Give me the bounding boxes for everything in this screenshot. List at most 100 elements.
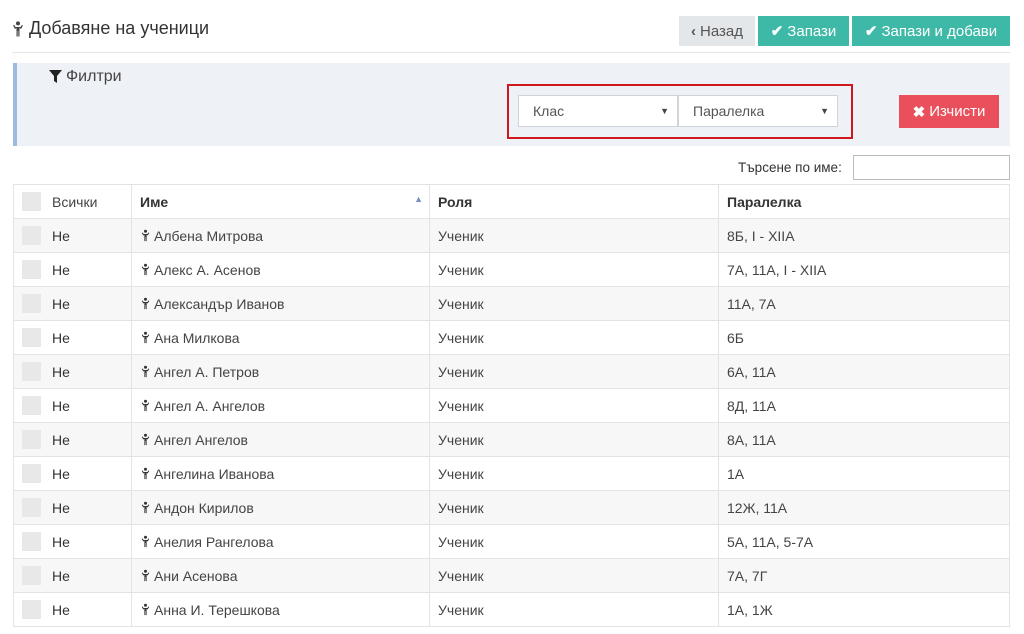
check-value: Не: [52, 363, 70, 380]
student-icon: [141, 603, 150, 616]
back-button-label: Назад: [700, 22, 743, 40]
student-icon: [141, 501, 150, 514]
parallel-select[interactable]: Паралелка ▼: [678, 95, 838, 127]
role-cell: Ученик: [429, 490, 719, 525]
parallel-cell: 8А, 11А: [718, 422, 1010, 457]
student-icon: [141, 365, 150, 378]
table-row[interactable]: Не Ангел А. Ангелов Ученик 8Д, 11А: [13, 388, 1010, 423]
name-cell: Андон Кирилов: [131, 490, 430, 525]
check-cell: Не: [13, 252, 132, 287]
check-value: Не: [52, 465, 70, 482]
class-select-value: Клас: [533, 103, 565, 119]
search-input[interactable]: [853, 155, 1010, 180]
check-value: Не: [52, 601, 70, 618]
header-divider: [12, 52, 1010, 53]
row-checkbox[interactable]: [22, 328, 41, 347]
table-row[interactable]: Не Алекс А. Асенов Ученик 7А, 11А, I - XIIА: [13, 252, 1010, 287]
row-checkbox[interactable]: [22, 226, 41, 245]
row-checkbox[interactable]: [22, 464, 41, 483]
student-icon: [141, 535, 150, 548]
student-icon: [141, 399, 150, 412]
table-row[interactable]: Не Ана Милкова Ученик 6Б: [13, 320, 1010, 355]
filters-panel: Филтри Клас ▼ Паралелка ▼ ✖ Изчисти: [13, 63, 1010, 146]
row-checkbox[interactable]: [22, 600, 41, 619]
check-cell: Не: [13, 218, 132, 253]
check-value: Не: [52, 567, 70, 584]
table-row[interactable]: Не Анелия Рангелова Ученик 5А, 11А, 5-7А: [13, 524, 1010, 559]
column-header-parallel[interactable]: Паралелка: [718, 184, 1010, 219]
check-cell: Не: [13, 286, 132, 321]
student-icon: [13, 20, 23, 36]
close-icon: ✖: [912, 103, 926, 121]
row-checkbox[interactable]: [22, 566, 41, 585]
column-header-role[interactable]: Роля: [429, 184, 719, 219]
student-name: Анелия Рангелова: [154, 533, 274, 550]
clear-button-label: Изчисти: [929, 103, 986, 120]
role-cell: Ученик: [429, 456, 719, 491]
row-checkbox[interactable]: [22, 362, 41, 381]
name-cell: Ангел А. Петров: [131, 354, 430, 389]
column-header-name[interactable]: Име ▲: [131, 184, 430, 219]
page-title: Добавяне на ученици: [12, 18, 209, 39]
row-checkbox[interactable]: [22, 260, 41, 279]
column-header-parallel-label: Паралелка: [727, 193, 802, 210]
student-name: Ани Асенова: [154, 567, 238, 584]
student-icon: [141, 331, 150, 344]
role-cell: Ученик: [429, 286, 719, 321]
table-row[interactable]: Не Албена Митрова Ученик 8Б, I - XIIА: [13, 218, 1010, 253]
table-row[interactable]: Не Ани Асенова Ученик 7А, 7Г: [13, 558, 1010, 593]
save-button-label: Запази: [787, 22, 837, 40]
check-cell: Не: [13, 354, 132, 389]
check-value: Не: [52, 431, 70, 448]
role-cell: Ученик: [429, 354, 719, 389]
row-checkbox[interactable]: [22, 294, 41, 313]
column-header-name-label: Име: [140, 193, 169, 210]
table-body: Не Албена Митрова Ученик 8Б, I - XIIА Не Алек…: [13, 218, 1010, 627]
table-row[interactable]: Не Андон Кирилов Ученик 12Ж, 11А: [13, 490, 1010, 525]
save-button[interactable]: ✔ Запази: [758, 16, 849, 46]
check-cell: Не: [13, 422, 132, 457]
table-row[interactable]: Не Анна И. Терешкова Ученик 1А, 1Ж: [13, 592, 1010, 627]
select-all-label: Всички: [52, 193, 98, 210]
parallel-cell: 1А: [718, 456, 1010, 491]
name-cell: Ангелина Иванова: [131, 456, 430, 491]
table-row[interactable]: Не Ангелина Иванова Ученик 1А: [13, 456, 1010, 491]
role-cell: Ученик: [429, 422, 719, 457]
check-value: Не: [52, 329, 70, 346]
table-row[interactable]: Не Ангел А. Петров Ученик 6А, 11А: [13, 354, 1010, 389]
row-checkbox[interactable]: [22, 396, 41, 415]
class-select[interactable]: Клас ▼: [518, 95, 678, 127]
save-and-add-button[interactable]: ✔ Запази и добави: [852, 16, 1010, 46]
student-icon: [141, 467, 150, 480]
sort-asc-icon: ▲: [414, 194, 423, 204]
parallel-cell: 8Д, 11А: [718, 388, 1010, 423]
filters-title-text: Филтри: [66, 68, 122, 85]
student-icon: [141, 229, 150, 242]
name-cell: Алекс А. Асенов: [131, 252, 430, 287]
row-checkbox[interactable]: [22, 430, 41, 449]
parallel-cell: 7А, 11А, I - XIIА: [718, 252, 1010, 287]
name-cell: Ана Милкова: [131, 320, 430, 355]
check-value: Не: [52, 533, 70, 550]
check-cell: Не: [13, 592, 132, 627]
parallel-cell: 1А, 1Ж: [718, 592, 1010, 627]
filters-title: Филтри: [49, 68, 122, 86]
row-checkbox[interactable]: [22, 498, 41, 517]
check-cell: Не: [13, 524, 132, 559]
role-cell: Ученик: [429, 558, 719, 593]
select-all-checkbox[interactable]: [22, 192, 41, 211]
back-button[interactable]: ‹ Назад: [679, 16, 755, 46]
table-row[interactable]: Не Александър Иванов Ученик 11А, 7А: [13, 286, 1010, 321]
page-title-text: Добавяне на ученици: [29, 18, 210, 38]
student-icon: [141, 569, 150, 582]
clear-button[interactable]: ✖ Изчисти: [899, 95, 999, 128]
role-cell: Ученик: [429, 252, 719, 287]
parallel-cell: 11А, 7А: [718, 286, 1010, 321]
column-header-role-label: Роля: [438, 193, 473, 210]
name-cell: Ангел Ангелов: [131, 422, 430, 457]
table-row[interactable]: Не Ангел Ангелов Ученик 8А, 11А: [13, 422, 1010, 457]
student-name: Алекс А. Асенов: [154, 261, 261, 278]
row-checkbox[interactable]: [22, 532, 41, 551]
parallel-cell: 6А, 11А: [718, 354, 1010, 389]
parallel-cell: 12Ж, 11А: [718, 490, 1010, 525]
